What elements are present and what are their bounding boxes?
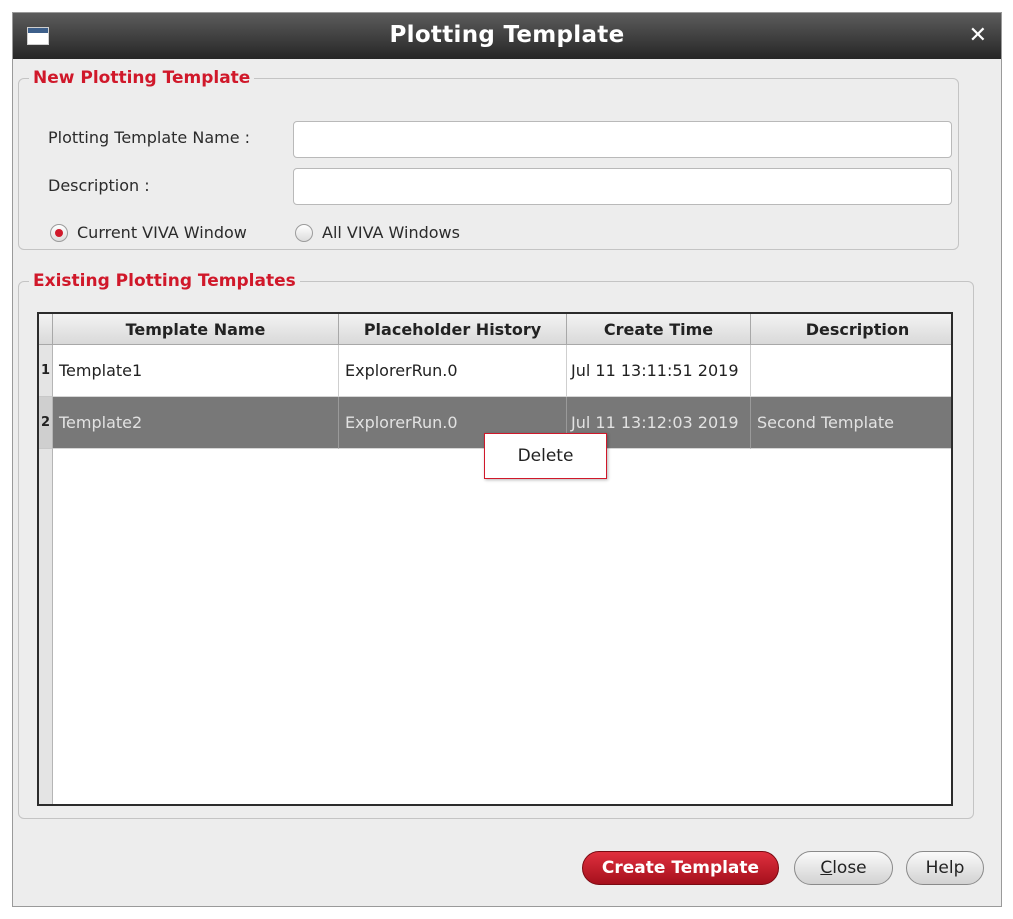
radio-all-label: All VIVA Windows [322,223,460,242]
cell-description[interactable] [751,345,951,397]
column-header-create-time[interactable]: Create Time [567,314,751,345]
row-number: 2 [39,397,53,449]
close-mnemonic: C [820,858,833,878]
column-header-template-name[interactable]: Template Name [53,314,339,345]
radio-all-viva-windows[interactable]: All VIVA Windows [295,223,460,242]
context-menu-delete[interactable]: Delete [484,433,607,479]
column-header-description[interactable]: Description [751,314,951,345]
table-row[interactable]: 1 Template1 ExplorerRun.0 Jul 11 13:11:5… [39,345,951,397]
radio-current-viva-window[interactable]: Current VIVA Window [50,223,247,242]
close-label-rest: lose [832,858,867,878]
templates-table: Template Name Placeholder History Create… [37,312,953,806]
radio-button-unchecked[interactable] [295,223,313,242]
close-icon[interactable]: ✕ [969,23,987,48]
column-header-placeholder-history[interactable]: Placeholder History [339,314,567,345]
create-template-button[interactable]: Create Template [582,851,779,885]
close-button[interactable]: Close [794,851,893,885]
table-header: Template Name Placeholder History Create… [39,314,951,345]
radio-current-label: Current VIVA Window [77,223,247,242]
description-input[interactable] [293,168,952,205]
cell-template-name[interactable]: Template2 [53,397,339,449]
template-name-input[interactable] [293,121,952,158]
template-name-label: Plotting Template Name : [48,128,251,147]
title-bar[interactable]: Plotting Template ✕ [13,13,1001,59]
window-title: Plotting Template [389,22,625,48]
cell-create-time[interactable]: Jul 11 13:11:51 2019 [567,345,751,397]
rownum-header [39,314,53,345]
description-label: Description : [48,176,150,195]
existing-templates-legend: Existing Plotting Templates [33,271,296,291]
radio-button-checked[interactable] [50,223,68,242]
help-button[interactable]: Help [906,851,984,885]
new-template-legend: New Plotting Template [33,68,251,88]
cell-placeholder-history[interactable]: ExplorerRun.0 [339,345,567,397]
row-number: 1 [39,345,53,397]
cell-description[interactable]: Second Template [751,397,951,449]
cell-template-name[interactable]: Template1 [53,345,339,397]
